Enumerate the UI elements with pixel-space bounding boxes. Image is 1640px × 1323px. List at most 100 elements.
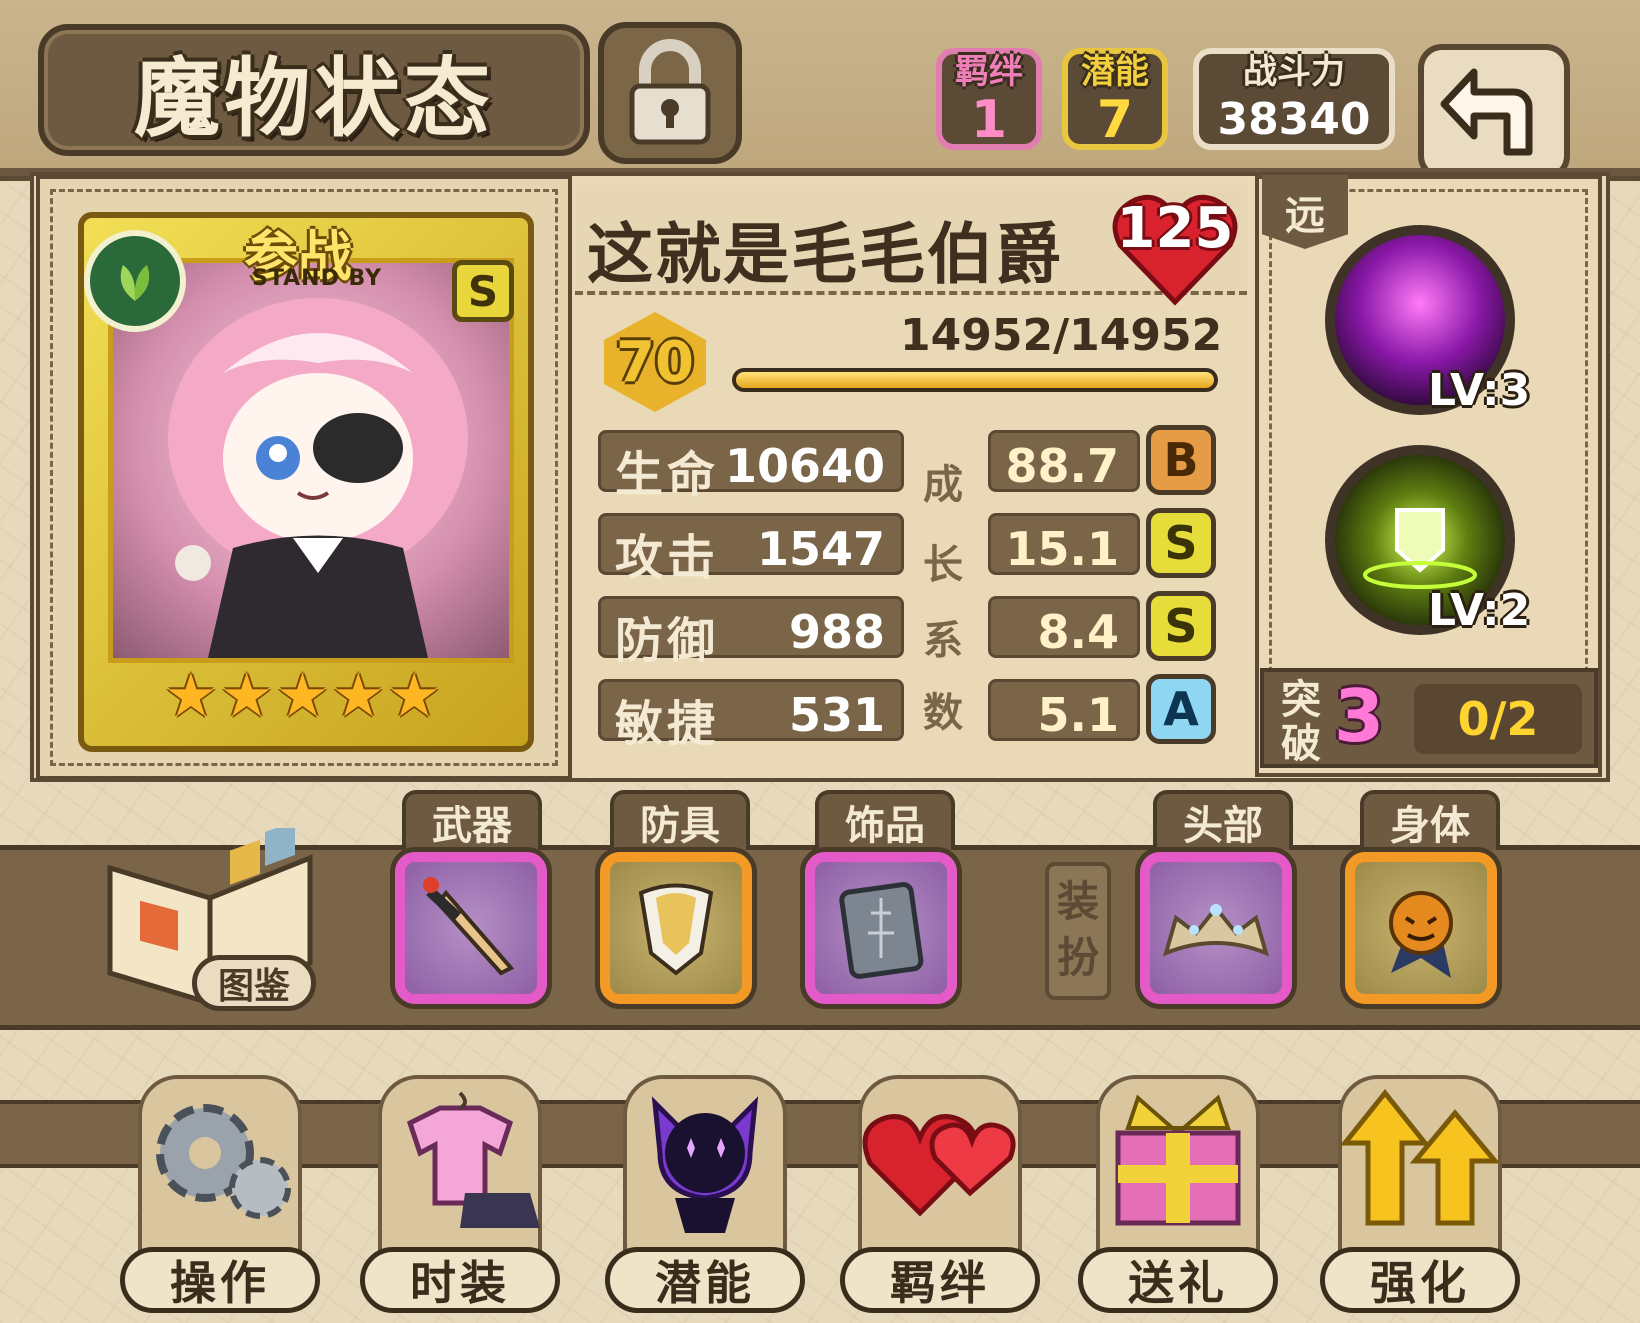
growth-label-char: 系 — [923, 618, 963, 664]
nav-fashion-button[interactable]: 时装 — [360, 1065, 560, 1315]
monster-portrait-art — [168, 298, 468, 658]
slot-label: 饰品 — [815, 790, 955, 850]
growth-defense: 8.4 — [988, 596, 1140, 659]
nav-label: 强化 — [1320, 1247, 1520, 1313]
nav-potential-button[interactable]: 潜能 — [605, 1065, 805, 1315]
stat-value: 10640 — [724, 439, 885, 493]
growth-label-char: 长 — [923, 542, 963, 588]
hp-text: 14952/14952 — [900, 310, 1223, 361]
monster-name: 这就是毛毛伯爵 — [587, 216, 1063, 293]
monster-card[interactable]: 参战 STAND BY S ★ ★ ★ ★ ★ — [78, 212, 534, 752]
stat-value: 1547 — [756, 522, 885, 576]
nav-enhance-button[interactable]: 强化 — [1320, 1065, 1520, 1315]
growth-attack: 15.1 — [988, 513, 1140, 576]
stat-label: 攻击 — [615, 530, 720, 586]
power-badge: 战斗力 38340 — [1193, 48, 1395, 150]
padlock-icon — [629, 39, 711, 145]
back-button[interactable] — [1418, 44, 1570, 180]
bond-badge: 羁绊 1 — [936, 48, 1042, 150]
star-icon: ★ — [164, 661, 218, 731]
affection-value: 125 — [1116, 196, 1234, 261]
hp-bar — [732, 368, 1218, 392]
potential-label: 潜能 — [1081, 52, 1149, 92]
bond-label: 羁绊 — [955, 52, 1023, 92]
gear-icon — [156, 1104, 291, 1219]
growth-value: 15.1 — [1005, 522, 1120, 576]
stat-label: 生命 — [615, 447, 720, 503]
nav-label: 羁绊 — [840, 1247, 1040, 1313]
equip-slot-weapon[interactable] — [395, 852, 547, 1004]
equip-slot-body[interactable] — [1345, 852, 1497, 1004]
grade-badge: B — [1146, 425, 1216, 495]
slot-label: 武器 — [402, 790, 542, 850]
pumpkin-cape-icon — [1389, 891, 1453, 978]
stat-hp: 生命 10640 — [598, 430, 904, 503]
grade-badge: S — [1146, 508, 1216, 578]
potential-badge: 潜能 7 — [1062, 48, 1168, 150]
equip-slot-armor[interactable] — [600, 852, 752, 1004]
nav-label: 潜能 — [605, 1247, 805, 1313]
hearts-icon — [862, 1114, 1016, 1217]
bond-value: 1 — [970, 90, 1008, 150]
gift-icon — [1115, 1094, 1241, 1226]
stone-tablet-icon — [839, 882, 924, 979]
break-count: 3 — [1334, 674, 1385, 758]
element-badge — [84, 230, 186, 332]
star-icon: ★ — [275, 661, 330, 731]
nav-label: 操作 — [120, 1247, 320, 1313]
nav-label: 送礼 — [1078, 1247, 1278, 1313]
growth-hp: 88.7 — [988, 430, 1140, 493]
power-label: 战斗力 — [1243, 52, 1345, 92]
equip-slot-head[interactable] — [1140, 852, 1292, 1004]
lock-button[interactable] — [598, 22, 742, 164]
growth-value: 88.7 — [1005, 439, 1120, 493]
equip-slot-accessory[interactable] — [805, 852, 957, 1004]
shield-armor-icon — [638, 883, 714, 976]
grade-badge: S — [1146, 591, 1216, 661]
growth-label-char: 成 — [923, 462, 963, 508]
break-progress: 0/2 — [1414, 684, 1582, 754]
stat-value: 988 — [788, 605, 885, 659]
stat-attack: 攻击 1547 — [598, 513, 904, 586]
potential-value: 7 — [1096, 90, 1134, 150]
dressup-label: 装扮 — [1045, 862, 1111, 1000]
power-value: 38340 — [1217, 94, 1371, 145]
nav-operate-button[interactable]: 操作 — [120, 1065, 320, 1315]
grade-badge: A — [1146, 674, 1216, 744]
shadow-demon-icon — [651, 1096, 759, 1233]
nav-gift-button[interactable]: 送礼 — [1078, 1065, 1278, 1315]
range-tag: 远 — [1262, 175, 1348, 249]
growth-agility: 5.1 — [988, 679, 1140, 742]
break-label: 突破 — [1281, 677, 1321, 767]
stat-defense: 防御 988 — [598, 596, 904, 669]
star-rating: ★ ★ ★ ★ ★ — [164, 666, 441, 726]
leaf-icon — [120, 265, 150, 301]
slot-label: 防具 — [610, 790, 750, 850]
slot-label: 身体 — [1360, 790, 1500, 850]
star-icon: ★ — [387, 661, 441, 731]
slot-label: 头部 — [1153, 790, 1293, 850]
page-title: 魔物状态 — [134, 48, 494, 149]
upgrade-arrows-icon — [1340, 1088, 1500, 1226]
nav-label: 时装 — [360, 1247, 560, 1313]
title-plate: 魔物状态 — [38, 24, 590, 156]
back-arrow-icon — [1440, 68, 1533, 156]
codex-button[interactable]: 图鉴 — [192, 955, 316, 1011]
growth-value: 5.1 — [1037, 688, 1120, 742]
level-value: 70 — [616, 329, 694, 395]
skill-level: LV:2 — [1428, 585, 1531, 636]
star-icon: ★ — [331, 661, 386, 731]
standby-sublabel: STAND BY — [252, 266, 382, 291]
stat-label: 防御 — [615, 613, 720, 669]
stat-value: 531 — [788, 688, 885, 742]
growth-label-char: 数 — [923, 690, 963, 736]
star-icon: ★ — [219, 661, 274, 731]
growth-value: 8.4 — [1037, 605, 1120, 659]
hp-bar-fill — [736, 372, 1214, 388]
rank-badge: S — [452, 260, 514, 322]
stat-agility: 敏捷 531 — [598, 679, 904, 752]
sword-icon — [423, 877, 515, 976]
nav-bond-button[interactable]: 羁绊 — [840, 1065, 1040, 1315]
skill-level: LV:3 — [1428, 365, 1531, 416]
limit-break-box[interactable]: 突破 3 0/2 — [1260, 668, 1598, 768]
